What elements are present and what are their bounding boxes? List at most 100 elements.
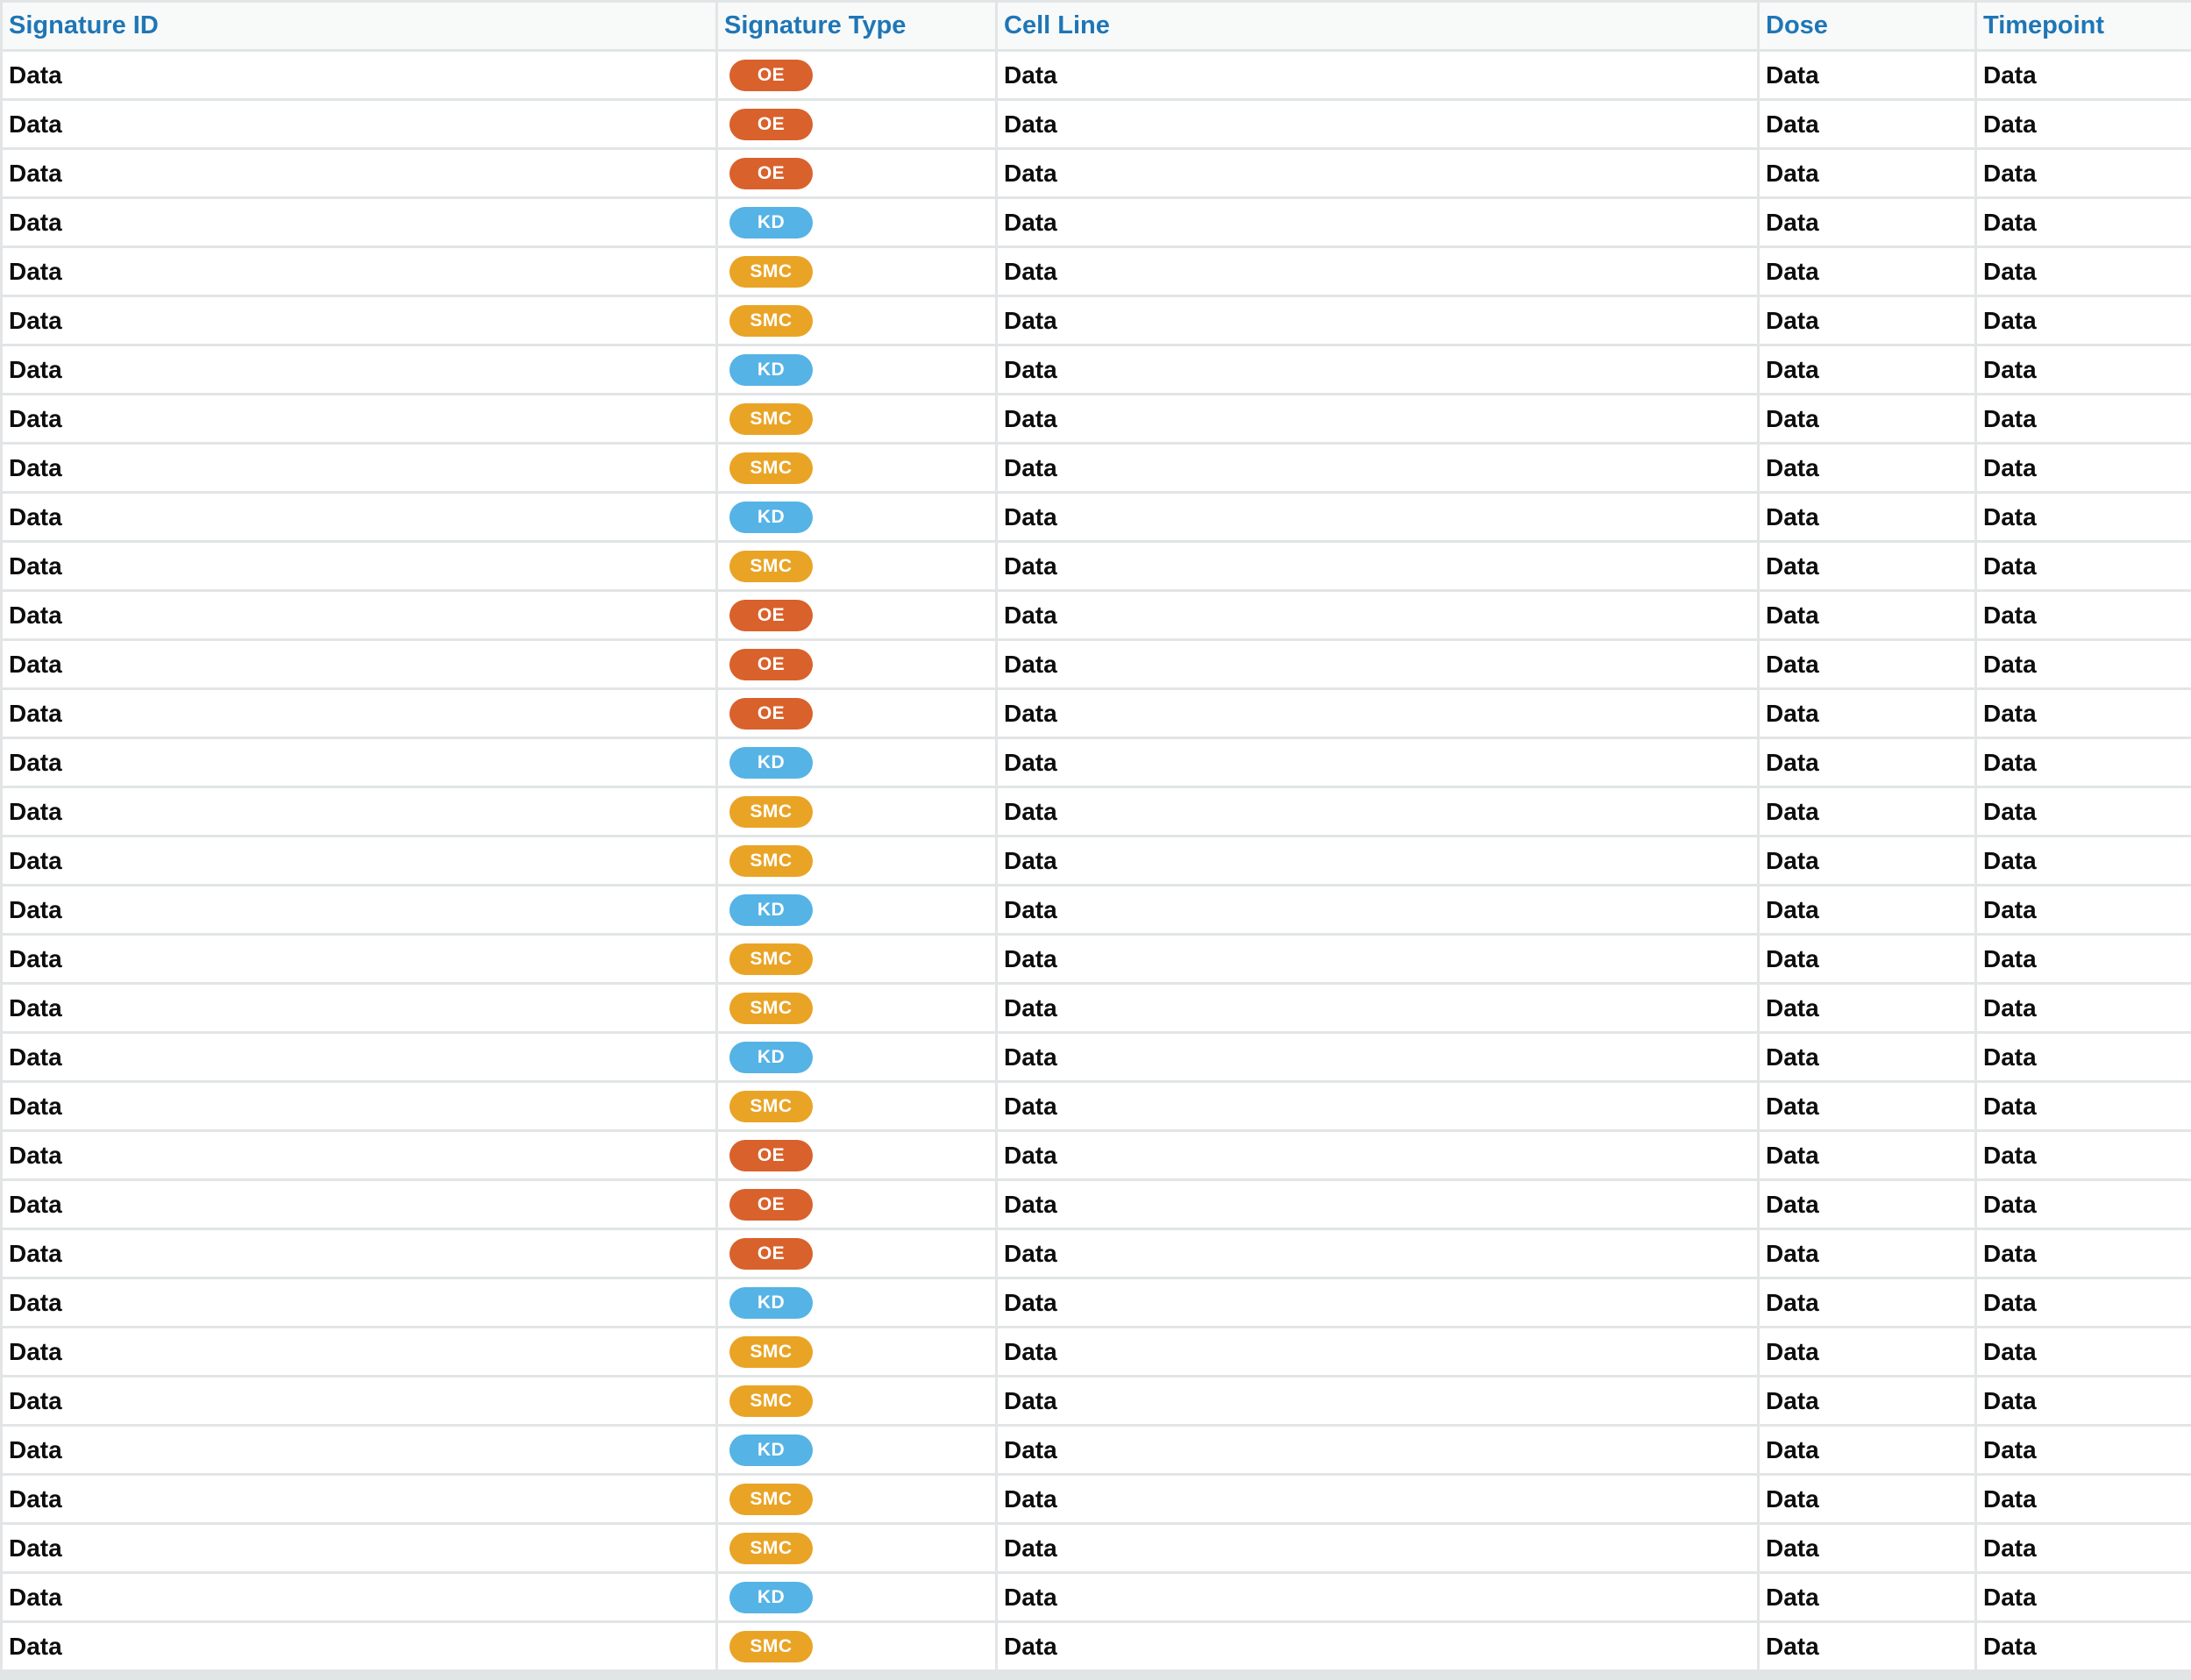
column-header-dose[interactable]: Dose bbox=[1760, 3, 1974, 49]
column-header-signature-type[interactable]: Signature Type bbox=[718, 3, 995, 49]
cell-signature-id: Data bbox=[3, 886, 715, 933]
cell-timepoint: Data bbox=[1977, 248, 2191, 295]
cell-dose: Data bbox=[1760, 543, 1974, 589]
signature-type-badge: OE bbox=[729, 599, 813, 631]
cell-signature-type: SMC bbox=[718, 1083, 995, 1129]
cell-signature-id: Data bbox=[3, 1279, 715, 1326]
cell-signature-type: SMC bbox=[718, 248, 995, 295]
signature-type-badge: OE bbox=[729, 648, 813, 680]
cell-timepoint: Data bbox=[1977, 101, 2191, 147]
cell-cell-line: Data bbox=[998, 1230, 1757, 1277]
cell-signature-type: SMC bbox=[718, 1328, 995, 1375]
cell-signature-type: SMC bbox=[718, 445, 995, 491]
cell-dose: Data bbox=[1760, 52, 1974, 98]
cell-dose: Data bbox=[1760, 690, 1974, 737]
cell-cell-line: Data bbox=[998, 641, 1757, 687]
cell-timepoint: Data bbox=[1977, 199, 2191, 246]
cell-timepoint: Data bbox=[1977, 788, 2191, 835]
cell-cell-line: Data bbox=[998, 445, 1757, 491]
cell-signature-type: KD bbox=[718, 1279, 995, 1326]
cell-cell-line: Data bbox=[998, 248, 1757, 295]
cell-signature-id: Data bbox=[3, 445, 715, 491]
cell-timepoint: Data bbox=[1977, 52, 2191, 98]
cell-timepoint: Data bbox=[1977, 1279, 2191, 1326]
cell-signature-type: OE bbox=[718, 52, 995, 98]
cell-timepoint: Data bbox=[1977, 739, 2191, 786]
signature-type-badge: OE bbox=[729, 157, 813, 189]
cell-dose: Data bbox=[1760, 739, 1974, 786]
cell-signature-type: OE bbox=[718, 150, 995, 196]
column-header-signature-id[interactable]: Signature ID bbox=[3, 3, 715, 49]
cell-signature-id: Data bbox=[3, 101, 715, 147]
cell-timepoint: Data bbox=[1977, 1476, 2191, 1522]
cell-cell-line: Data bbox=[998, 150, 1757, 196]
cell-cell-line: Data bbox=[998, 1377, 1757, 1424]
cell-cell-line: Data bbox=[998, 1574, 1757, 1620]
cell-cell-line: Data bbox=[998, 346, 1757, 393]
cell-dose: Data bbox=[1760, 936, 1974, 982]
signature-type-badge: SMC bbox=[729, 1483, 813, 1515]
cell-dose: Data bbox=[1760, 1525, 1974, 1571]
cell-cell-line: Data bbox=[998, 395, 1757, 442]
cell-dose: Data bbox=[1760, 1574, 1974, 1620]
cell-signature-type: OE bbox=[718, 641, 995, 687]
cell-dose: Data bbox=[1760, 297, 1974, 344]
cell-timepoint: Data bbox=[1977, 837, 2191, 884]
cell-signature-id: Data bbox=[3, 1328, 715, 1375]
cell-signature-id: Data bbox=[3, 1476, 715, 1522]
cell-signature-id: Data bbox=[3, 1574, 715, 1620]
cell-dose: Data bbox=[1760, 494, 1974, 540]
cell-signature-id: Data bbox=[3, 592, 715, 638]
signature-type-badge: SMC bbox=[729, 1090, 813, 1122]
cell-signature-id: Data bbox=[3, 690, 715, 737]
cell-cell-line: Data bbox=[998, 1328, 1757, 1375]
cell-signature-type: KD bbox=[718, 1034, 995, 1080]
cell-signature-id: Data bbox=[3, 52, 715, 98]
cell-dose: Data bbox=[1760, 886, 1974, 933]
signature-type-badge: SMC bbox=[729, 1630, 813, 1662]
signature-type-badge: KD bbox=[729, 353, 813, 386]
cell-timepoint: Data bbox=[1977, 445, 2191, 491]
signature-type-badge: KD bbox=[729, 206, 813, 238]
cell-dose: Data bbox=[1760, 1328, 1974, 1375]
column-header-timepoint[interactable]: Timepoint bbox=[1977, 3, 2191, 49]
signature-type-badge: SMC bbox=[729, 992, 813, 1024]
cell-dose: Data bbox=[1760, 837, 1974, 884]
signature-type-badge: KD bbox=[729, 1041, 813, 1073]
cell-signature-type: SMC bbox=[718, 395, 995, 442]
cell-dose: Data bbox=[1760, 248, 1974, 295]
cell-signature-id: Data bbox=[3, 837, 715, 884]
cell-signature-id: Data bbox=[3, 395, 715, 442]
cell-signature-type: SMC bbox=[718, 1525, 995, 1571]
signature-type-badge: OE bbox=[729, 1237, 813, 1270]
cell-cell-line: Data bbox=[998, 985, 1757, 1031]
signature-type-badge: KD bbox=[729, 1581, 813, 1613]
cell-cell-line: Data bbox=[998, 101, 1757, 147]
cell-signature-id: Data bbox=[3, 1034, 715, 1080]
cell-timepoint: Data bbox=[1977, 690, 2191, 737]
cell-signature-type: OE bbox=[718, 1181, 995, 1228]
cell-signature-id: Data bbox=[3, 739, 715, 786]
cell-dose: Data bbox=[1760, 1476, 1974, 1522]
cell-timepoint: Data bbox=[1977, 1230, 2191, 1277]
cell-cell-line: Data bbox=[998, 1132, 1757, 1178]
signature-type-badge: KD bbox=[729, 893, 813, 926]
cell-cell-line: Data bbox=[998, 936, 1757, 982]
cell-cell-line: Data bbox=[998, 592, 1757, 638]
cell-signature-type: KD bbox=[718, 199, 995, 246]
cell-timepoint: Data bbox=[1977, 1623, 2191, 1669]
cell-signature-type: OE bbox=[718, 1132, 995, 1178]
cell-cell-line: Data bbox=[998, 52, 1757, 98]
cell-signature-id: Data bbox=[3, 297, 715, 344]
cell-timepoint: Data bbox=[1977, 494, 2191, 540]
signature-type-badge: KD bbox=[729, 746, 813, 779]
cell-signature-id: Data bbox=[3, 248, 715, 295]
cell-cell-line: Data bbox=[998, 690, 1757, 737]
cell-signature-type: SMC bbox=[718, 936, 995, 982]
cell-signature-id: Data bbox=[3, 1230, 715, 1277]
column-header-cell-line[interactable]: Cell Line bbox=[998, 3, 1757, 49]
cell-signature-id: Data bbox=[3, 1525, 715, 1571]
cell-cell-line: Data bbox=[998, 1623, 1757, 1669]
cell-dose: Data bbox=[1760, 1279, 1974, 1326]
signature-type-badge: OE bbox=[729, 59, 813, 91]
